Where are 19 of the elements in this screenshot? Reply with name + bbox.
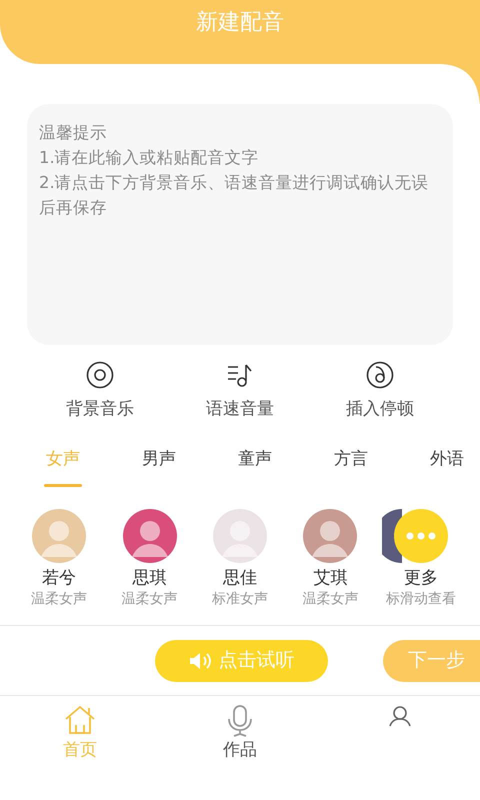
voice-item[interactable]: 艾琪 温柔女声 [285,509,376,609]
tool-button[interactable]: 背景音乐 [30,361,170,422]
music-disc-icon [86,361,114,389]
voice-item[interactable]: 思佳 标准女声 [194,509,286,609]
more-icon [394,509,448,563]
voice-item[interactable]: 思琪 温柔女声 [104,509,195,609]
voice-tab[interactable]: 方言 [332,446,370,493]
voice-item[interactable]: 更多 标滑动查看 [376,509,466,609]
nav-tab[interactable]: 作品 [160,704,320,764]
tool-button[interactable]: 插入停顿 [310,361,450,422]
voice-tab[interactable]: 童声 [236,446,274,493]
page-title: 新建配音 [196,9,284,37]
pause-clock-icon [366,361,394,389]
tool-button[interactable]: 语速音量 [170,361,310,422]
voice-tab[interactable]: 男声 [140,446,178,493]
voice-item[interactable]: 若兮 温柔女声 [14,509,104,609]
voice-tab[interactable]: 外语 [428,446,466,493]
text-input-field[interactable]: 温馨提示 1.请在此输入或粘贴配音文字 2.请点击下方背景音乐、语速音量进行调试确认无误后再保存 [27,104,453,345]
speaker-icon [188,650,212,670]
